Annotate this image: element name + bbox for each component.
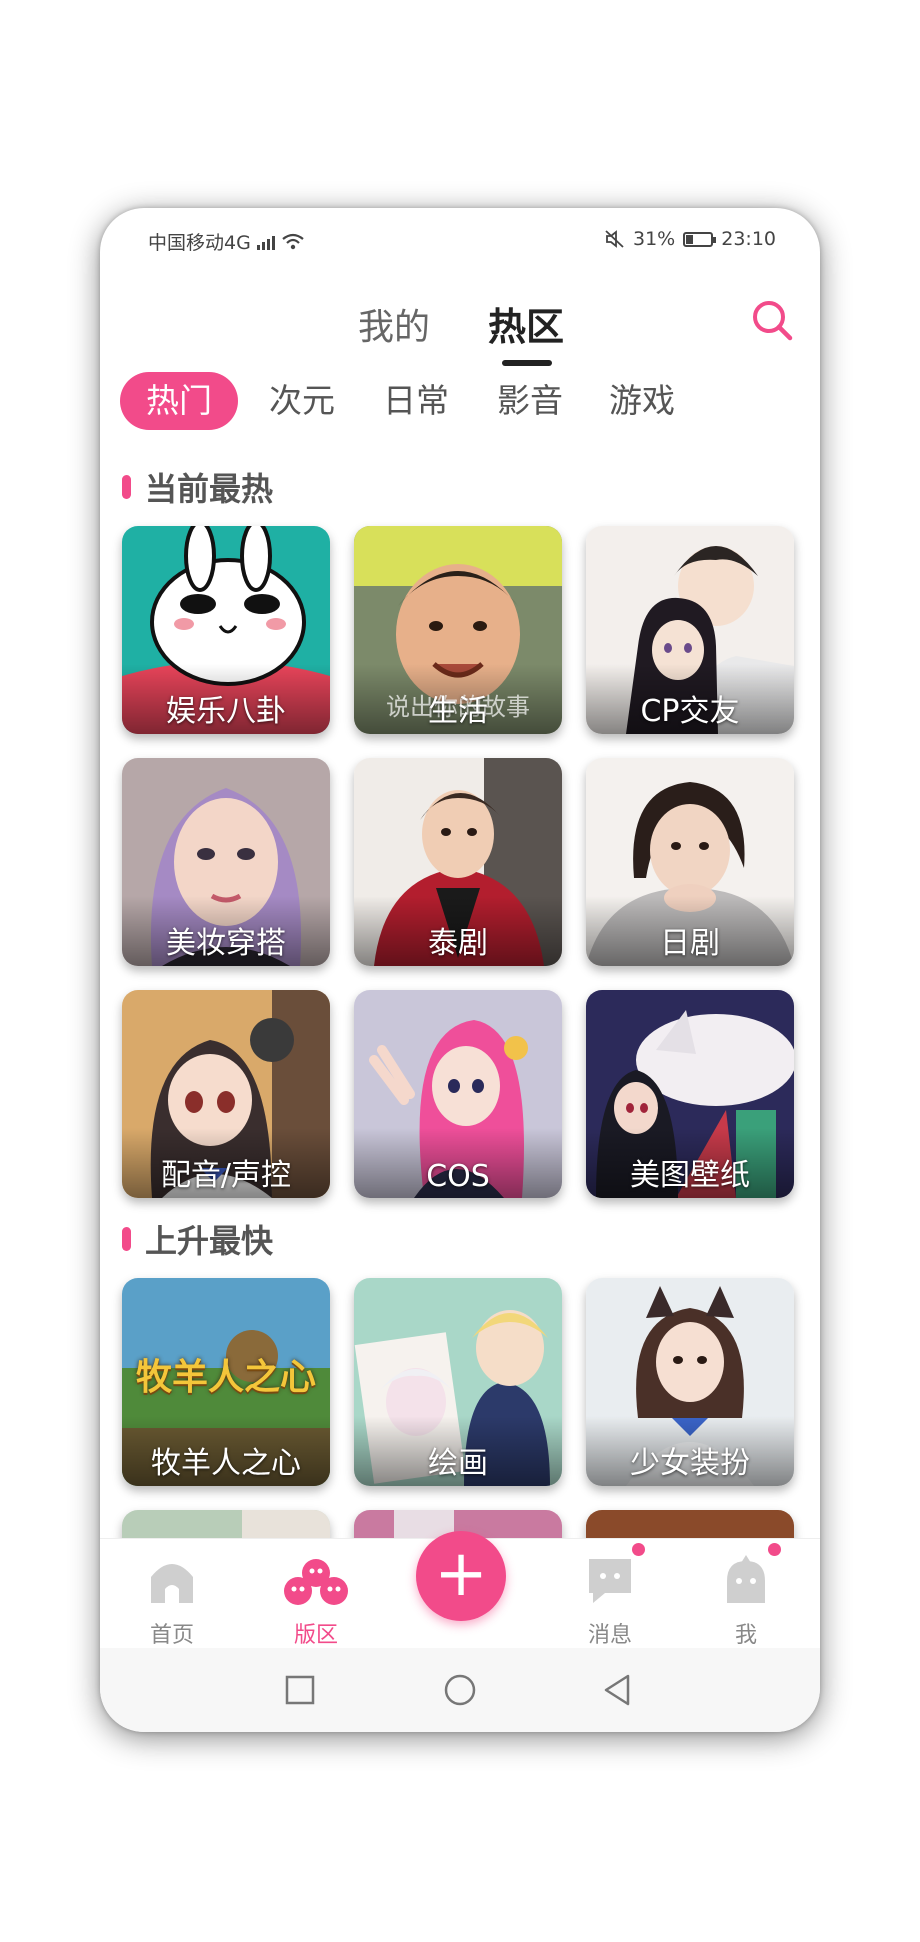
system-navigation-bar <box>100 1648 820 1732</box>
wifi-icon <box>282 233 304 249</box>
search-icon[interactable] <box>748 296 796 344</box>
top-tab-bar: 我的 热区 <box>100 288 820 378</box>
board-tile[interactable]: 美妆穿搭 <box>122 758 330 966</box>
bottom-navigation: 首页 版区 + 消息 我 <box>100 1531 820 1649</box>
tile-label: 牧羊人之心 <box>151 1446 301 1481</box>
category-daily[interactable]: 日常 <box>366 372 466 430</box>
category-hot[interactable]: 热门 <box>120 372 238 430</box>
profile-icon <box>727 1555 765 1603</box>
tile-label: COS <box>426 1159 490 1194</box>
tile-label: 日剧 <box>660 926 720 961</box>
section-title-rising: 上升最快 <box>122 1216 273 1262</box>
board-tile[interactable]: CP交友 <box>586 526 794 734</box>
section-marker <box>122 475 131 499</box>
tile-label: CP交友 <box>640 694 740 729</box>
plus-icon: + <box>434 1537 488 1611</box>
nav-label: 首页 <box>149 1623 194 1648</box>
signal-icon <box>256 234 275 250</box>
category-media[interactable]: 影音 <box>480 372 580 430</box>
message-icon <box>589 1559 631 1603</box>
game-logo-text: 牧羊人之心 <box>135 1357 316 1398</box>
recent-apps-icon[interactable] <box>282 1672 318 1708</box>
board-tile[interactable]: COS <box>354 990 562 1198</box>
tile-label: 美妆穿搭 <box>166 926 286 961</box>
section-title-text: 当前最热 <box>145 470 274 508</box>
tile-label: 娱乐八卦 <box>166 694 286 729</box>
mute-icon <box>605 230 624 248</box>
board-tile[interactable]: 绘画 <box>354 1278 562 1486</box>
tile-label: 少女装扮 <box>630 1446 750 1481</box>
board-tile[interactable]: 配音/声控 <box>122 990 330 1198</box>
tile-label: 生活 <box>428 694 488 729</box>
category-games[interactable]: 游戏 <box>592 372 692 430</box>
carrier-text: 中国移动4G <box>148 232 251 254</box>
section-title-hottest: 当前最热 <box>122 464 273 510</box>
nav-messages[interactable]: 消息 <box>560 1543 660 1649</box>
section-title-text: 上升最快 <box>145 1222 274 1260</box>
notification-dot <box>632 1543 645 1556</box>
category-tabs: 热门 次元 日常 影音 游戏 <box>120 372 810 432</box>
nav-label: 我 <box>734 1623 757 1648</box>
tile-label: 配音/声控 <box>160 1158 292 1193</box>
tile-label: 美图壁纸 <box>630 1158 750 1193</box>
board-tile[interactable]: 少女装扮 <box>586 1278 794 1486</box>
board-tile[interactable]: 美图壁纸 <box>586 990 794 1198</box>
tab-hot-zone[interactable]: 热区 <box>488 296 564 351</box>
tile-label: 绘画 <box>428 1446 488 1481</box>
back-icon[interactable] <box>600 1672 636 1708</box>
clock: 23:10 <box>721 228 776 250</box>
category-anime[interactable]: 次元 <box>252 372 352 430</box>
board-tile[interactable]: 日剧 <box>586 758 794 966</box>
board-tile[interactable]: 娱乐八卦 <box>122 526 330 734</box>
notification-dot <box>768 1543 781 1556</box>
carrier-info: 中国移动4G <box>148 228 305 255</box>
nav-home[interactable]: 首页 <box>122 1553 222 1649</box>
nav-label: 消息 <box>587 1623 632 1648</box>
status-right: 31% 23:10 <box>605 228 776 250</box>
nav-label: 版区 <box>293 1623 338 1648</box>
home-icon <box>151 1564 193 1603</box>
phone-frame: 中国移动4G 31% 23:10 我的 热区 热门 次元 日常 影音 游戏 当前… <box>100 208 820 1732</box>
nav-me[interactable]: 我 <box>696 1543 796 1649</box>
board-tile[interactable]: 牧羊人之心 牧羊人之心 <box>122 1278 330 1486</box>
nav-board[interactable]: 版区 <box>266 1553 366 1649</box>
add-post-button[interactable]: + <box>416 1531 506 1621</box>
tab-mine[interactable]: 我的 <box>358 298 430 350</box>
board-tile[interactable]: 说出你的故事 生活 <box>354 526 562 734</box>
home-button-icon[interactable] <box>442 1672 478 1708</box>
section-marker <box>122 1227 131 1251</box>
tile-label: 泰剧 <box>428 926 488 961</box>
board-icon <box>284 1559 348 1605</box>
battery-icon <box>683 231 717 247</box>
active-tab-indicator <box>502 360 552 366</box>
status-bar: 中国移动4G 31% 23:10 <box>100 208 820 268</box>
battery-percent: 31% <box>633 228 676 250</box>
board-tile[interactable]: 泰剧 <box>354 758 562 966</box>
